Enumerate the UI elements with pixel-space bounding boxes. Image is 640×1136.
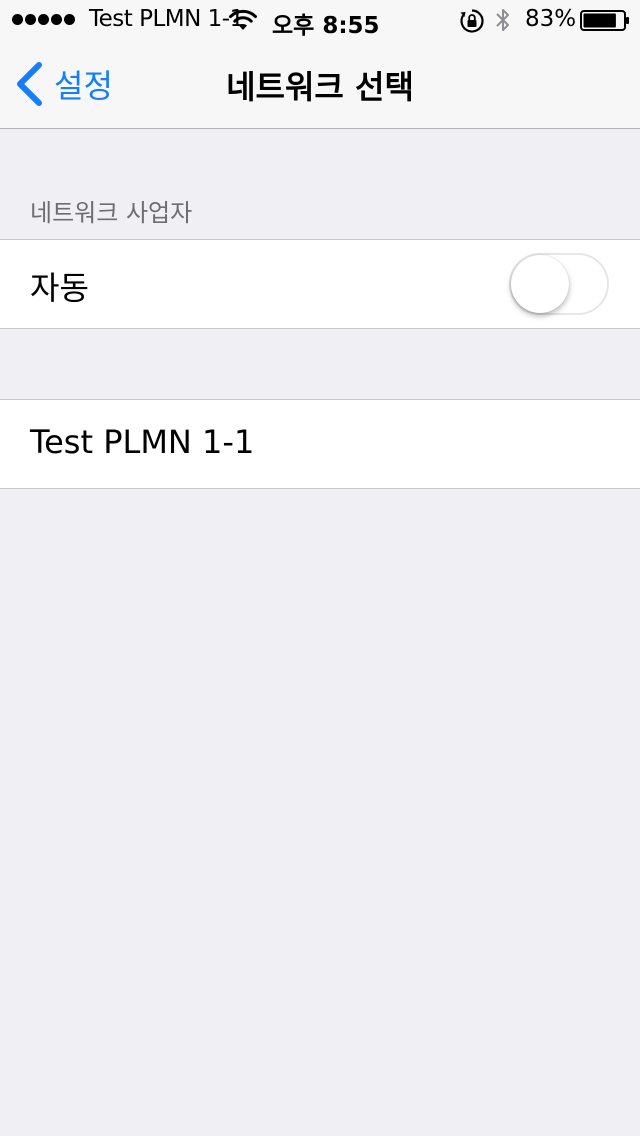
navigation-bar: 설정 네트워크 선택 <box>0 40 640 129</box>
auto-select-toggle[interactable] <box>509 253 609 315</box>
auto-select-label: 자동 <box>30 269 89 307</box>
status-time: 오후 8:55 <box>272 13 380 39</box>
battery-percent: 83% <box>525 6 577 32</box>
status-bar: Test PLMN 1-1 오후 8:55 83% <box>0 0 640 40</box>
network-list: Test PLMN 1-1 <box>0 399 640 489</box>
carrier-name: Test PLMN 1-1 <box>89 6 244 32</box>
network-name: Test PLMN 1-1 <box>30 423 255 461</box>
back-label: 설정 <box>54 67 113 105</box>
toggle-knob <box>511 255 569 313</box>
rotation-lock-icon <box>460 9 484 33</box>
chevron-left-icon <box>17 62 42 106</box>
auto-select-row: 자동 <box>0 239 640 329</box>
back-button[interactable]: 설정 <box>14 60 113 108</box>
network-item[interactable]: Test PLMN 1-1 <box>0 400 640 488</box>
battery-icon <box>580 10 629 31</box>
signal-dots-icon <box>12 14 75 25</box>
section-header: 네트워크 사업자 <box>30 199 193 227</box>
bluetooth-icon <box>496 9 509 31</box>
wifi-icon <box>229 9 257 30</box>
